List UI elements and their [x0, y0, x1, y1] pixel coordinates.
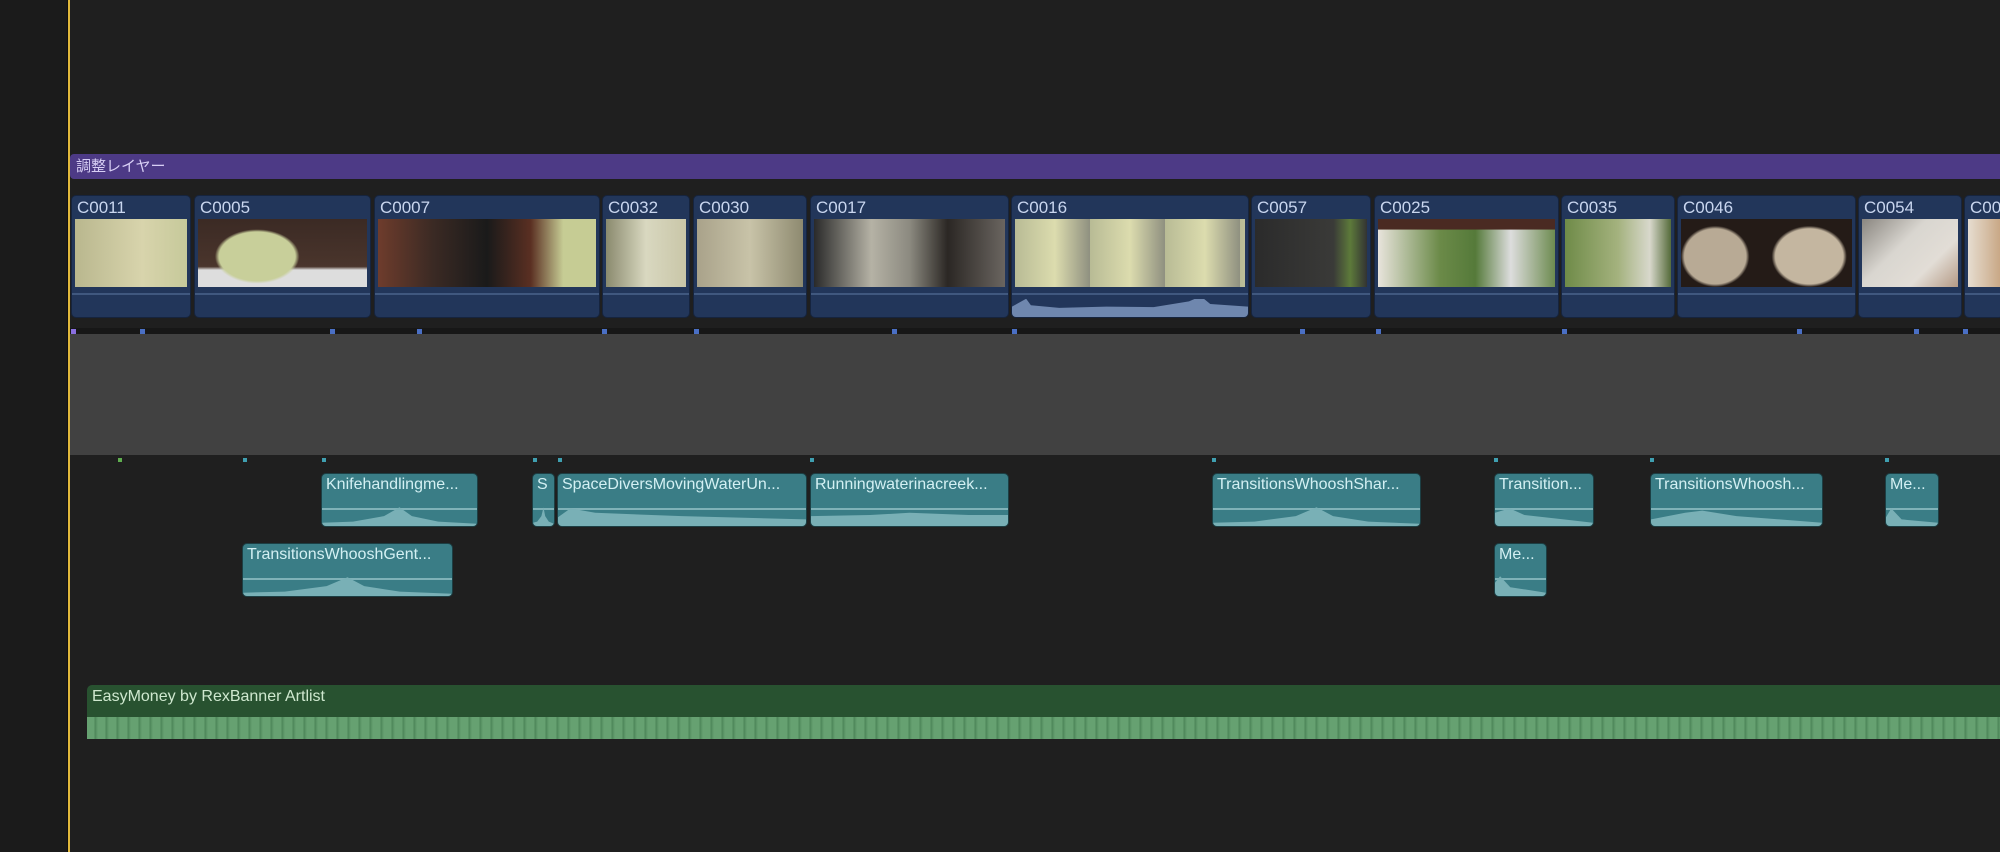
audio-clip[interactable]: TransitionsWhoosh... [1650, 473, 1823, 527]
thumbnail [378, 219, 596, 287]
left-panel [0, 0, 68, 852]
audio-clip[interactable]: Transition... [1494, 473, 1594, 527]
clip-label: 調整レイヤー [76, 158, 166, 175]
marker[interactable] [1212, 458, 1216, 462]
thumbnail [1681, 219, 1852, 287]
marker[interactable] [533, 458, 537, 462]
video-clip[interactable]: C0017 [810, 195, 1009, 318]
video-clip[interactable]: C0054 [1858, 195, 1962, 318]
clip-label: Transition... [1499, 476, 1582, 493]
music-clip[interactable]: EasyMoney by RexBanner Artlist [87, 685, 2000, 739]
clip-label: TransitionsWhoosh... [1655, 476, 1805, 493]
empty-track-area [70, 334, 2000, 455]
video-clip[interactable]: C0011 [71, 195, 191, 318]
marker[interactable] [322, 458, 326, 462]
thumbnail [1862, 219, 1958, 287]
clip-label: Me... [1499, 546, 1535, 563]
thumbnail [1015, 219, 1245, 287]
clip-label: S [537, 476, 548, 493]
thumbnail [697, 219, 803, 287]
thumbnail [1378, 219, 1555, 287]
clip-label: C0032 [608, 198, 659, 217]
audio-clip[interactable]: Me... [1494, 543, 1547, 597]
thumbnail [1968, 219, 2000, 287]
video-clip[interactable]: C0025 [1374, 195, 1559, 318]
audio-waveform [87, 717, 2000, 739]
audio-clip[interactable]: TransitionsWhooshShar... [1212, 473, 1421, 527]
video-clip[interactable]: C0030 [693, 195, 807, 318]
marker[interactable] [118, 458, 122, 462]
audio-clip[interactable]: TransitionsWhooshGent... [242, 543, 453, 597]
video-clip[interactable]: C0005 [194, 195, 371, 318]
video-clip[interactable]: C0016 [1011, 195, 1249, 318]
clip-label: C0005 [200, 198, 251, 217]
thumbnail [814, 219, 1005, 287]
video-clip[interactable]: C0035 [1561, 195, 1675, 318]
audio-clip[interactable]: S [532, 473, 555, 527]
audio-clip[interactable]: SpaceDiversMovingWaterUn... [557, 473, 807, 527]
marker[interactable] [1650, 458, 1654, 462]
playhead[interactable] [68, 0, 70, 852]
marker[interactable] [1494, 458, 1498, 462]
marker[interactable] [810, 458, 814, 462]
clip-label: C0016 [1017, 198, 1068, 217]
clip-label: EasyMoney by RexBanner Artlist [92, 688, 325, 705]
clip-label: C0011 [77, 198, 126, 217]
marker[interactable] [243, 458, 247, 462]
marker[interactable] [558, 458, 562, 462]
clip-label: C00 [1970, 198, 2000, 217]
thumbnail [1565, 219, 1671, 287]
clip-label: Runningwaterinacreek... [815, 476, 988, 493]
clip-label: C0046 [1683, 198, 1734, 217]
audio-clip[interactable]: Knifehandlingme... [321, 473, 478, 527]
clip-label: C0057 [1257, 198, 1308, 217]
clip-label: TransitionsWhooshShar... [1217, 476, 1400, 493]
adjustment-layer-clip[interactable]: 調整レイヤー [70, 154, 2000, 179]
marker[interactable] [1885, 458, 1889, 462]
clip-label: C0007 [380, 198, 431, 217]
thumbnail [198, 219, 367, 287]
audio-clip[interactable]: Runningwaterinacreek... [810, 473, 1009, 527]
video-clip[interactable]: C0007 [374, 195, 600, 318]
thumbnail [75, 219, 187, 287]
clip-label: C0025 [1380, 198, 1431, 217]
clip-label: SpaceDiversMovingWaterUn... [562, 476, 781, 493]
clip-label: C0017 [816, 198, 867, 217]
thumbnail [1255, 219, 1367, 287]
video-clip[interactable]: C00 [1964, 195, 2000, 318]
video-clip[interactable]: C0032 [602, 195, 690, 318]
thumbnail [606, 219, 686, 287]
video-clip[interactable]: C0046 [1677, 195, 1856, 318]
clip-label: C0035 [1567, 198, 1618, 217]
video-clip[interactable]: C0057 [1251, 195, 1371, 318]
clip-label: C0030 [699, 198, 750, 217]
audio-clip[interactable]: Me... [1885, 473, 1939, 527]
clip-label: Knifehandlingme... [326, 476, 459, 493]
clip-label: C0054 [1864, 198, 1915, 217]
clip-label: Me... [1890, 476, 1926, 493]
clip-label: TransitionsWhooshGent... [247, 546, 432, 563]
